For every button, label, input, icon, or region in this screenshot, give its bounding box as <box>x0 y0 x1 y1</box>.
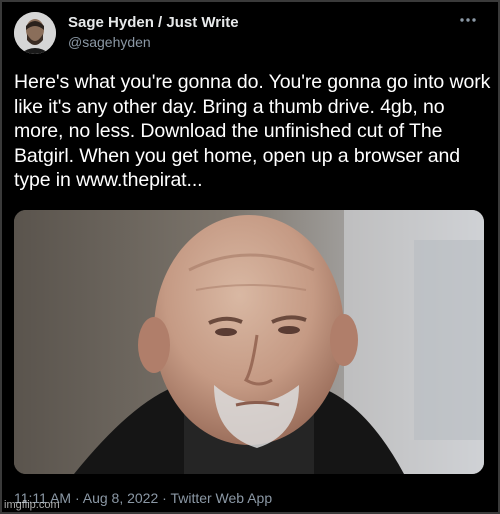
photo-image <box>14 210 484 474</box>
tweet-text: Here's what you're gonna do. You're gonn… <box>14 71 491 191</box>
author-handle[interactable]: @sagehyden <box>68 34 151 50</box>
more-dots-icon[interactable] <box>456 10 480 30</box>
imgflip-watermark: imgflip.com <box>4 499 60 511</box>
author-name[interactable]: Sage Hyden / Just Write <box>68 14 239 31</box>
author-avatar[interactable] <box>14 12 56 54</box>
tweet-photo[interactable] <box>14 210 484 474</box>
avatar-image <box>14 12 56 54</box>
